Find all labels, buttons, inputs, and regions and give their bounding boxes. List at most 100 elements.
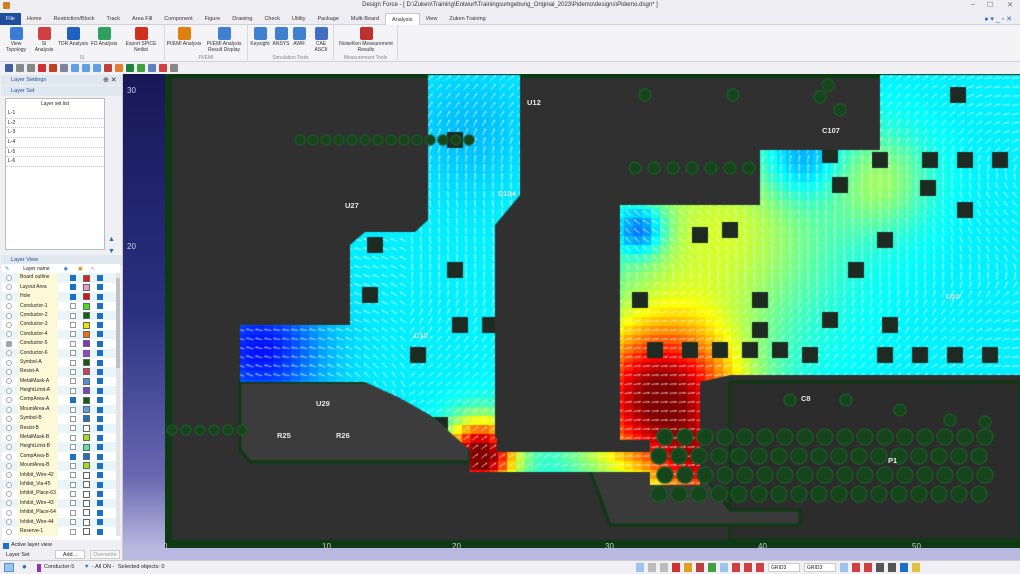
active-layer-radio[interactable]	[6, 453, 12, 460]
view-mode-icon[interactable]	[4, 563, 14, 572]
layer-color-swatch[interactable]	[83, 415, 90, 423]
selectable-checkbox[interactable]	[97, 406, 103, 413]
menu-tab-multi-board[interactable]: Multi-Board	[345, 13, 385, 25]
layer-row[interactable]: Conductor-1	[2, 301, 120, 311]
component-label-c8[interactable]: C8	[801, 394, 811, 403]
component-label-c10[interactable]: C10	[414, 331, 428, 340]
status-tool-icon[interactable]	[744, 563, 752, 572]
status-tool-icon[interactable]	[912, 563, 920, 572]
active-layer-radio[interactable]	[6, 378, 12, 385]
visibility-checkbox[interactable]	[70, 359, 76, 366]
active-layer-radio[interactable]	[6, 519, 12, 526]
layer-row[interactable]: MetalMask-B	[2, 433, 120, 443]
selectable-checkbox[interactable]	[97, 481, 103, 488]
active-layer-radio[interactable]	[6, 434, 12, 441]
layer-row[interactable]: Layout Area	[2, 282, 120, 293]
active-layer-radio[interactable]	[6, 303, 12, 310]
status-tool-icon[interactable]	[840, 563, 848, 572]
layer-color-swatch[interactable]	[83, 499, 90, 507]
active-layer-radio[interactable]	[6, 359, 12, 366]
active-layer-radio[interactable]	[6, 275, 12, 282]
layer-color-swatch[interactable]	[83, 349, 90, 357]
layer-color-swatch[interactable]	[83, 462, 90, 470]
quick-tool-icon[interactable]	[27, 64, 35, 72]
menu-tab-figure[interactable]: Figure	[199, 13, 227, 25]
component-label-u12[interactable]: U12	[527, 98, 541, 107]
visibility-checkbox[interactable]	[70, 387, 76, 394]
active-layer-radio[interactable]	[6, 293, 12, 300]
active-layer-radio[interactable]	[6, 472, 12, 479]
layer-row[interactable]: Board outline	[2, 273, 120, 283]
visibility-checkbox[interactable]	[70, 331, 76, 338]
active-layer-radio[interactable]	[6, 284, 12, 291]
selectable-checkbox[interactable]	[97, 350, 103, 357]
visibility-checkbox[interactable]	[70, 415, 76, 422]
add-button[interactable]: Add...	[55, 550, 85, 559]
quick-tool-icon[interactable]	[137, 64, 145, 72]
layer-set-item[interactable]: L-5	[6, 148, 104, 158]
panel-pin-icon[interactable]: ⊕ ✕	[103, 76, 117, 84]
visibility-checkbox[interactable]	[70, 509, 76, 516]
active-layer-radio[interactable]	[6, 462, 12, 469]
active-layer-radio[interactable]	[6, 500, 12, 507]
layer-color-swatch[interactable]	[83, 302, 90, 310]
layer-color-swatch[interactable]	[83, 340, 90, 348]
layer-row[interactable]: MountArea-B	[2, 461, 120, 471]
layer-color-swatch[interactable]	[83, 406, 90, 414]
active-layer-radio[interactable]	[6, 368, 12, 375]
visibility-checkbox[interactable]	[70, 293, 76, 300]
layer-row[interactable]: Conductor-6	[2, 348, 120, 358]
selectable-checkbox[interactable]	[97, 387, 103, 394]
layer-row[interactable]: Inhibit_Wire-44	[2, 517, 120, 527]
visibility-checkbox[interactable]	[70, 312, 76, 319]
selectable-checkbox[interactable]	[97, 425, 103, 432]
layer-row[interactable]: Conductor-4	[2, 329, 120, 340]
active-layer-view-checkbox[interactable]	[3, 543, 9, 549]
selectable-checkbox[interactable]	[97, 303, 103, 310]
active-layer-radio[interactable]	[6, 415, 12, 422]
menu-tab-zuken-training[interactable]: Zuken Training	[443, 13, 491, 25]
tdr-analysis-button[interactable]: TDR Analysis	[58, 27, 88, 47]
visibility-checkbox[interactable]	[70, 481, 76, 488]
visibility-checkbox[interactable]	[70, 378, 76, 385]
fd-analysis-button[interactable]: FD Analysis	[90, 27, 118, 47]
quick-tool-icon[interactable]	[49, 64, 57, 72]
component-label-u27[interactable]: U27	[345, 201, 359, 210]
visibility-checkbox[interactable]	[70, 322, 76, 329]
selectable-checkbox[interactable]	[97, 528, 103, 535]
selectable-checkbox[interactable]	[97, 472, 103, 479]
component-label-c107[interactable]: C107	[822, 126, 840, 135]
export-spice-netlist-button[interactable]: Export SPICE Netlist	[120, 27, 162, 53]
component-label-u10[interactable]: U10	[946, 292, 960, 301]
quick-tool-icon[interactable]	[38, 64, 46, 72]
layer-color-swatch[interactable]	[83, 330, 90, 338]
quick-tool-icon[interactable]	[148, 64, 156, 72]
visibility-checkbox[interactable]	[70, 284, 76, 291]
selectable-checkbox[interactable]	[97, 444, 103, 451]
selectable-checkbox[interactable]	[97, 519, 103, 526]
layer-color-swatch[interactable]	[83, 443, 90, 451]
selectable-checkbox[interactable]	[97, 378, 103, 385]
layer-row[interactable]: HeightLimit-B	[2, 442, 120, 452]
layer-row[interactable]: Hole	[2, 292, 120, 302]
noiseken-measurement-results-button[interactable]: NoiseKen Measurement Results	[336, 27, 396, 53]
layer-color-swatch[interactable]	[83, 518, 90, 526]
layer-row[interactable]: Resist-A	[2, 367, 120, 377]
visibility-checkbox[interactable]	[70, 500, 76, 507]
layer-set-item[interactable]: L-3	[6, 128, 104, 139]
layer-row[interactable]: Inhibit_Place-64	[2, 508, 120, 518]
visibility-checkbox[interactable]	[70, 434, 76, 441]
view-topology-button[interactable]: View Topology	[2, 27, 30, 53]
filter-icon[interactable]: ▼	[84, 564, 89, 570]
quick-tool-icon[interactable]	[159, 64, 167, 72]
status-tool-icon[interactable]	[876, 563, 884, 572]
component-label-r26[interactable]: R26	[336, 431, 350, 440]
visibility-checkbox[interactable]	[70, 275, 76, 282]
minimize-button[interactable]: –	[966, 1, 980, 11]
layer-color-swatch[interactable]	[83, 274, 90, 282]
layer-row[interactable]: Conductor-3	[2, 320, 120, 330]
microphone-icon[interactable]: ●	[22, 562, 27, 571]
layer-color-swatch[interactable]	[83, 481, 90, 489]
layer-color-swatch[interactable]	[83, 509, 90, 517]
visibility-checkbox[interactable]	[70, 406, 76, 413]
